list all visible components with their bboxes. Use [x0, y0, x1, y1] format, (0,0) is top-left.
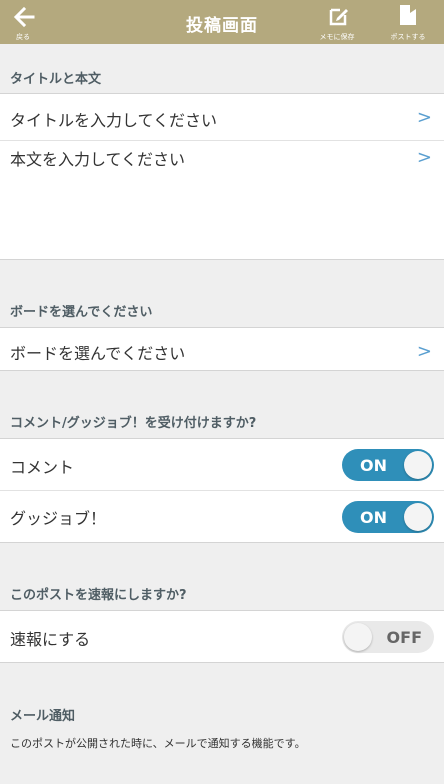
- memo-label: メモに保存: [319, 33, 355, 41]
- chevron-right-icon: >: [416, 147, 432, 168]
- goodjob-toggle-state: ON: [360, 508, 387, 527]
- app-header: 戻る 投稿画面 メモに保存 ポストする: [0, 0, 444, 44]
- body-placeholder: 本文を入力してください: [10, 150, 186, 169]
- section-heading-title-body: タイトルと本文: [10, 72, 102, 87]
- post-label: ポストする: [390, 33, 426, 41]
- title-placeholder: タイトルを入力してください: [10, 111, 218, 130]
- comment-toggle-state: ON: [360, 456, 387, 475]
- comments-group: コメント ON グッジョブ！ ON: [0, 438, 444, 543]
- board-select-row[interactable]: ボードを選んでください >: [0, 327, 444, 371]
- comment-row: コメント ON: [0, 439, 444, 490]
- board-select-label: ボードを選んでください: [10, 344, 186, 363]
- page-title: 投稿画面: [186, 16, 258, 36]
- mail-description: このポストが公開された時に、メールで通知する機能です。: [10, 737, 306, 750]
- breaking-row: 速報にする OFF: [0, 610, 444, 663]
- toggle-knob: [404, 503, 432, 531]
- breaking-toggle[interactable]: OFF: [342, 621, 434, 653]
- chevron-right-icon: >: [416, 341, 432, 362]
- breaking-label: 速報にする: [10, 630, 91, 649]
- chevron-right-icon: >: [416, 107, 432, 128]
- goodjob-row: グッジョブ！ ON: [0, 491, 444, 542]
- comment-toggle[interactable]: ON: [342, 449, 434, 481]
- comment-label: コメント: [10, 458, 75, 477]
- post-button[interactable]: ポストする: [382, 0, 434, 44]
- section-heading-board: ボードを選んでください: [10, 305, 153, 320]
- title-input-row[interactable]: タイトルを入力してください >: [0, 94, 444, 140]
- toggle-knob: [344, 623, 372, 651]
- goodjob-label: グッジョブ！: [10, 509, 107, 528]
- breaking-toggle-state: OFF: [386, 628, 422, 647]
- body-input-row[interactable]: 本文を入力してください >: [0, 141, 444, 259]
- goodjob-toggle[interactable]: ON: [342, 501, 434, 533]
- title-body-group: タイトルを入力してください > 本文を入力してください >: [0, 93, 444, 260]
- section-heading-breaking: このポストを速報にしますか?: [10, 588, 187, 603]
- section-heading-mail: メール通知: [10, 709, 76, 724]
- section-heading-comments: コメント/グッジョブ！を受け付けますか?: [10, 416, 257, 431]
- toggle-knob: [404, 451, 432, 479]
- save-memo-button[interactable]: メモに保存: [312, 0, 362, 44]
